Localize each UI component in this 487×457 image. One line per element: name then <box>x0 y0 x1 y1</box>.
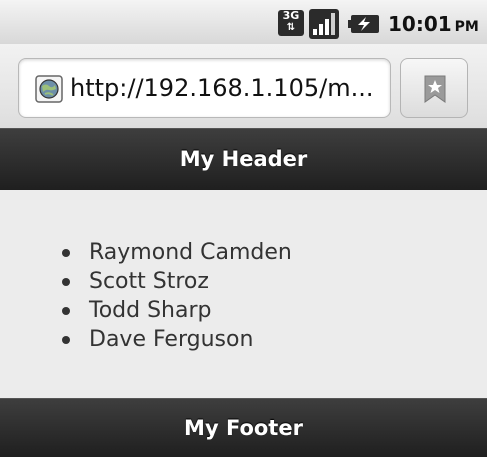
list-item: Dave Ferguson <box>62 325 292 354</box>
list-item: Raymond Camden <box>62 238 292 267</box>
list-item: Todd Sharp <box>62 296 292 325</box>
android-browser-screen: 3G ⇅ 10:01 PM http://192.168.1.105/m... … <box>0 0 487 457</box>
page-content: Raymond Camden Scott Stroz Todd Sharp Da… <box>0 190 487 398</box>
list-item-text: Scott Stroz <box>89 269 209 294</box>
page-header: My Header <box>0 128 487 190</box>
list-item-text: Raymond Camden <box>89 240 292 265</box>
status-bar: 3G ⇅ 10:01 PM <box>0 0 487 44</box>
bullet-icon <box>62 307 70 315</box>
clock-time: 10:01 <box>388 12 452 36</box>
network-type-label: 3G <box>282 9 300 22</box>
clock: 10:01 PM <box>388 11 479 40</box>
header-title: My Header <box>179 147 308 171</box>
bookmark-button[interactable] <box>400 58 468 118</box>
3g-icon: 3G ⇅ <box>278 10 304 36</box>
bullet-icon <box>62 278 70 286</box>
browser-toolbar: http://192.168.1.105/m... <box>0 44 487 128</box>
bookmark-icon <box>424 75 446 103</box>
bullet-icon <box>62 249 70 257</box>
page-footer: My Footer <box>0 398 487 457</box>
footer-title: My Footer <box>184 416 303 440</box>
clock-ampm: PM <box>454 19 479 35</box>
bullet-icon <box>62 336 70 344</box>
data-activity-arrows: ⇅ <box>286 22 296 33</box>
list-item-text: Todd Sharp <box>89 298 212 323</box>
list-item-text: Dave Ferguson <box>89 327 254 352</box>
signal-strength-icon <box>309 9 339 39</box>
globe-icon <box>35 75 63 103</box>
url-field[interactable]: http://192.168.1.105/m... <box>18 58 391 118</box>
battery-charging-icon <box>348 14 380 34</box>
url-text[interactable]: http://192.168.1.105/m... <box>70 72 385 104</box>
name-list: Raymond Camden Scott Stroz Todd Sharp Da… <box>62 238 292 354</box>
list-item: Scott Stroz <box>62 267 292 296</box>
